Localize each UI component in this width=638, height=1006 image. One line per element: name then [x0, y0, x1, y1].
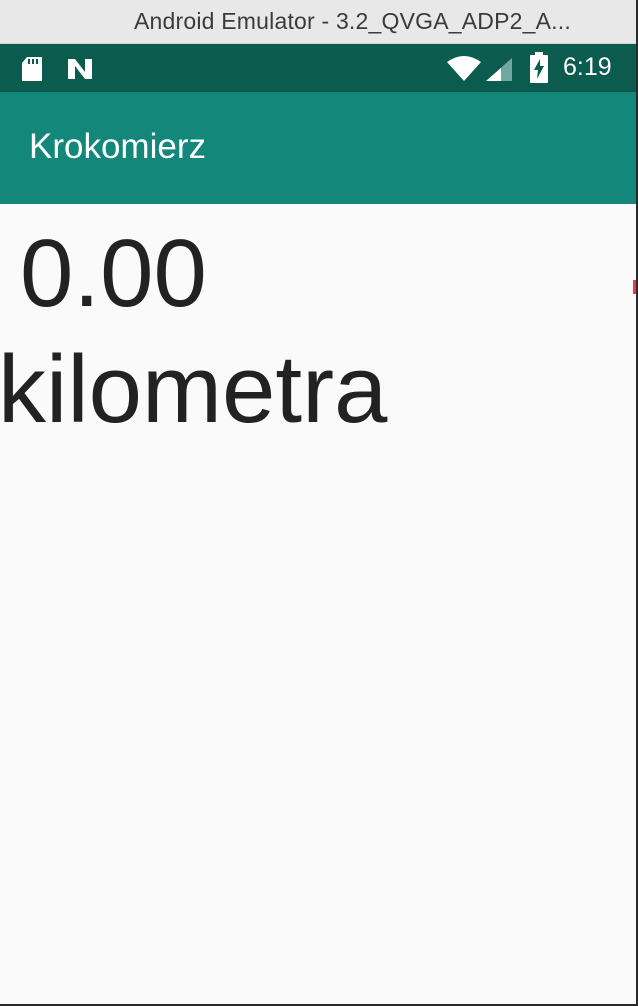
- wifi-icon: [446, 56, 482, 87]
- app-title: Krokomierz: [29, 127, 206, 166]
- emulator-window: Android Emulator - 3.2_QVGA_ADP2_A... 6:…: [0, 0, 638, 1006]
- status-time: 6:19: [563, 53, 612, 81]
- window-titlebar[interactable]: Android Emulator - 3.2_QVGA_ADP2_A...: [0, 0, 638, 44]
- distance-value-text: 0.00: [20, 220, 207, 327]
- n-notification-icon: [66, 57, 94, 86]
- main-content: 0.00 kilometra: [0, 204, 638, 1006]
- sd-card-icon: [19, 56, 45, 87]
- app-toolbar: Krokomierz: [0, 92, 638, 204]
- battery-charging-icon: [529, 52, 549, 89]
- distance-unit-text: kilometra: [0, 336, 388, 443]
- cell-signal-icon: [484, 57, 514, 88]
- android-status-bar[interactable]: 6:19: [0, 44, 638, 92]
- window-title: Android Emulator - 3.2_QVGA_ADP2_A...: [134, 8, 571, 34]
